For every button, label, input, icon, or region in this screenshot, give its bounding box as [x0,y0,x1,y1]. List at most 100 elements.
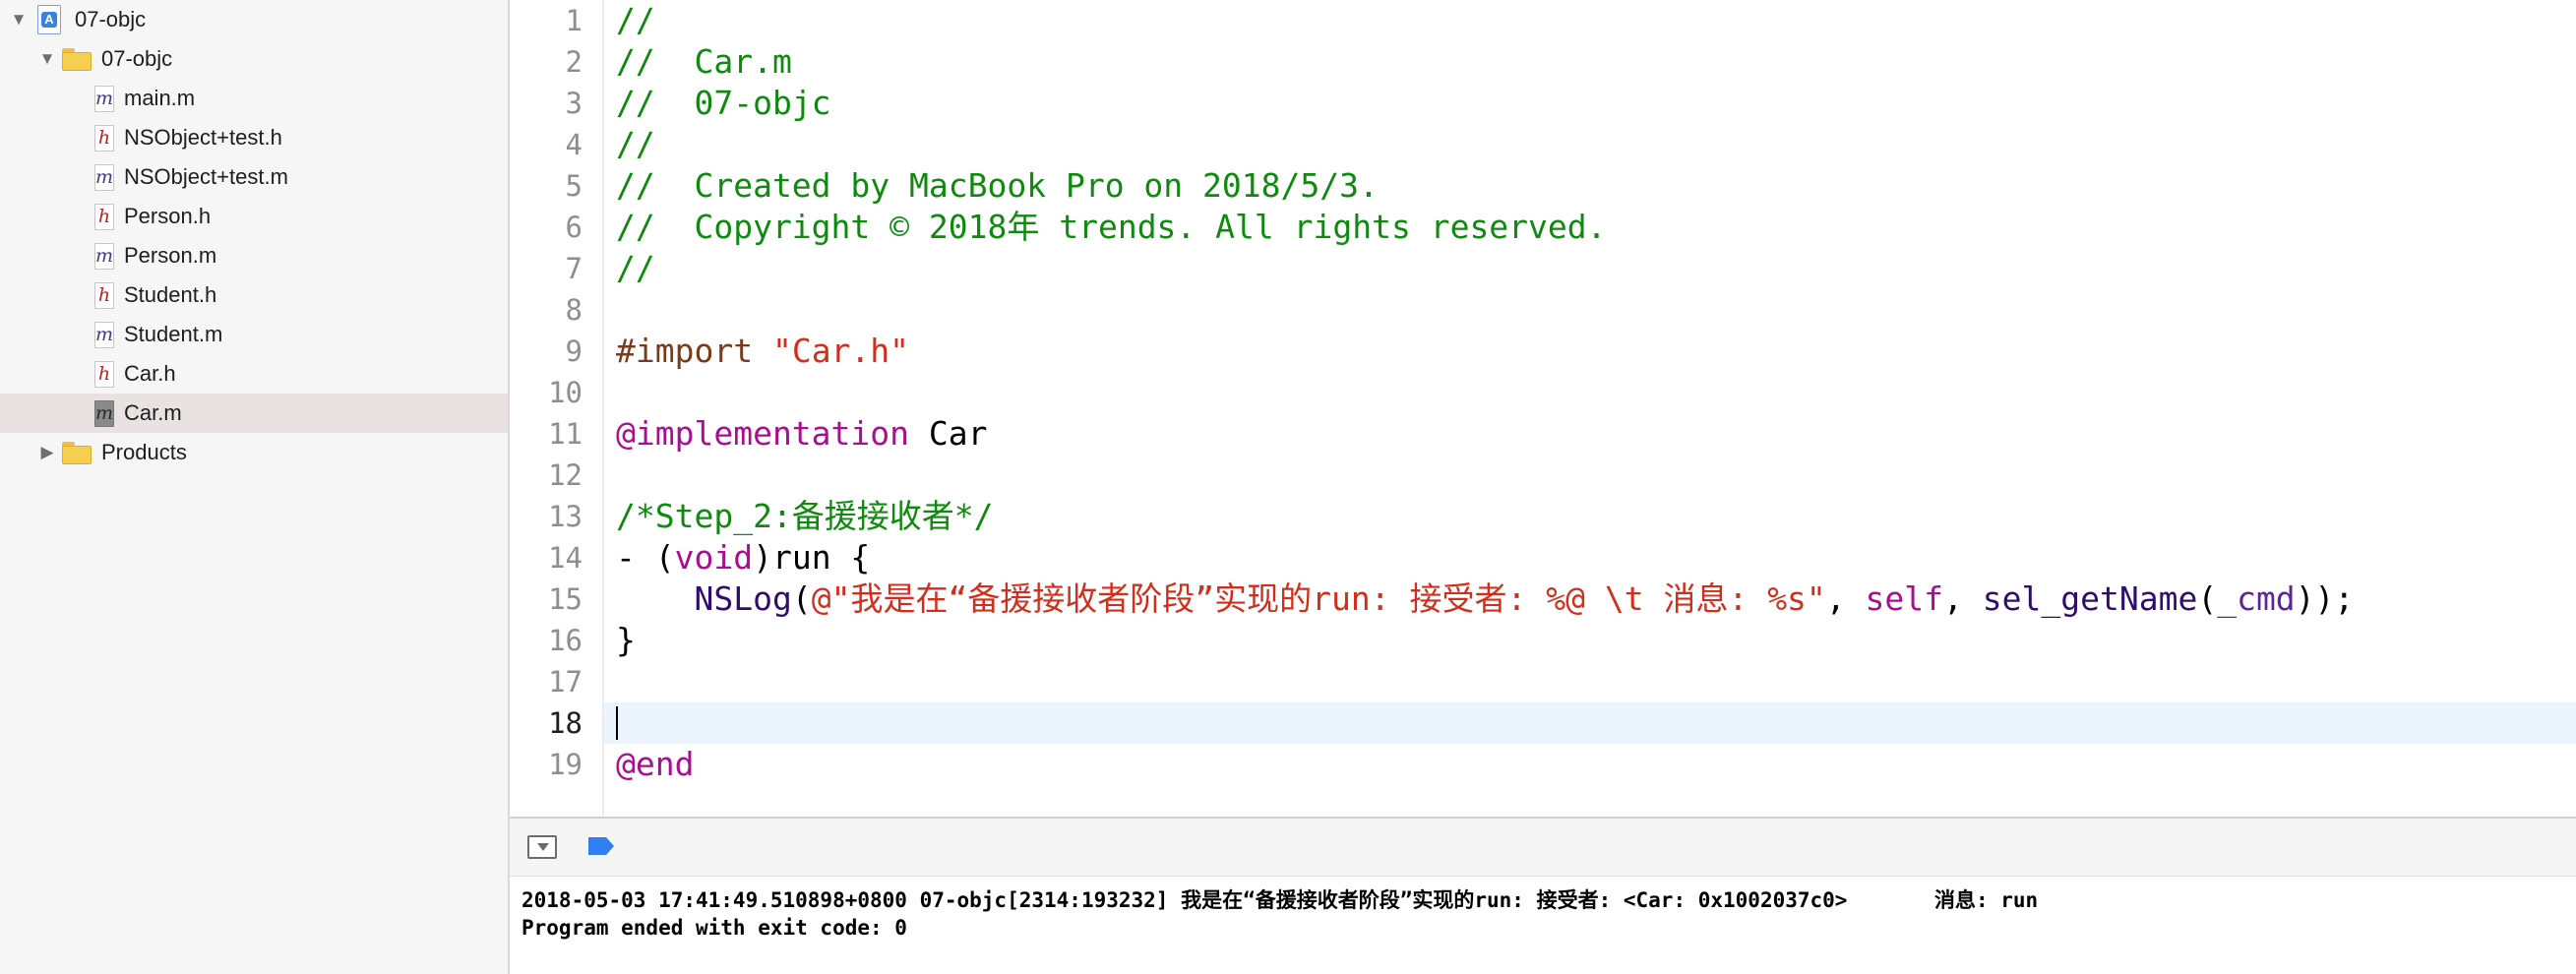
code-token: self [1865,579,1944,618]
code-token: @"我是在“备援接收者阶段”实现的run: 接受者: %@ \t 消息: %s" [811,579,1826,618]
file-row[interactable]: h Car.h [0,354,508,394]
file-name: Student.m [124,322,223,346]
file-row[interactable]: m Student.m [0,315,508,354]
file-name: Person.m [124,243,217,268]
debug-bar [510,817,2576,876]
code-token: /*Step_2:备援接收者*/ [616,497,994,535]
disclosure-expanded-icon[interactable]: ▼ [8,9,30,30]
text-caret [616,706,618,740]
disclosure-collapsed-icon[interactable]: ▶ [36,442,58,463]
line-number: 1 [565,4,583,37]
code-line[interactable]: // [616,248,655,289]
file-name: Person.h [124,204,212,228]
line-number: 18 [548,706,583,740]
code-line[interactable]: // Car.m [616,41,792,83]
file-row[interactable]: h NSObject+test.h [0,118,508,157]
file-row[interactable]: m main.m [0,79,508,118]
products-row[interactable]: ▶ Products [0,433,508,472]
console-line: 2018-05-03 17:41:49.510898+0800 07-objc[… [521,888,2039,912]
code-token: // [616,125,655,163]
disclosure-expanded-icon[interactable]: ▼ [36,48,58,70]
line-number: 17 [548,665,583,699]
line-number: 10 [548,376,583,409]
group-name: 07-objc [101,46,173,71]
line-number: 19 [548,748,583,781]
project-row[interactable]: ▼ A 07-objc [0,0,508,39]
code-token: } [616,621,636,659]
code-token: _cmd [2217,579,2296,618]
current-line-highlight [604,702,2576,744]
project-navigator: ▼ A 07-objc ▼ 07-objc ▶ Products m main.m… [0,0,510,974]
line-number: 4 [565,128,583,161]
code-token: #import [616,332,772,370]
source-editor[interactable]: 1 2 3 4 5 6 7 8 9 10 11 12 13 14 15 16 17 18 19 //// Car.m… [510,0,2576,817]
code-line[interactable]: // [616,0,655,41]
header-file-icon: h [94,360,114,388]
code-token: )); [2295,579,2355,618]
code-token: - ( [616,538,675,577]
code-token: // Created by MacBook Pro on 2018/5/3. [616,166,1379,205]
line-number: 6 [565,211,583,244]
file-row[interactable]: m Car.m [0,394,508,433]
code-line[interactable]: // Created by MacBook Pro on 2018/5/3. [616,165,1379,207]
code-line[interactable]: // [616,124,655,165]
file-name: NSObject+test.m [124,164,288,189]
line-number: 7 [565,252,583,285]
file-row[interactable]: h Student.h [0,275,508,315]
source-file-icon: m [94,321,114,348]
code-token: ( [2197,579,2218,618]
code-token: NSLog [694,579,792,618]
code-line[interactable]: @end [616,744,694,785]
xcode-project-icon: A [37,5,63,34]
project-name: 07-objc [75,7,147,31]
code-line[interactable]: @implementation Car [616,413,988,455]
folder-icon [62,441,92,464]
breakpoints-icon[interactable] [586,835,616,857]
line-number: 15 [548,582,583,616]
source-file-icon: m [94,163,114,191]
file-name: main.m [124,86,196,110]
code-token: // Car.m [616,42,792,81]
folder-icon [62,47,92,71]
line-number: 3 [565,87,583,120]
file-row[interactable]: m NSObject+test.m [0,157,508,197]
code-line[interactable]: /*Step_2:备援接收者*/ [616,496,994,537]
source-file-icon: m [94,242,114,270]
code-token: , [1943,579,1983,618]
code-token: // Copyright © 2018年 trends. All rights … [616,208,1607,246]
code-line[interactable]: #import "Car.h" [616,331,909,372]
line-number: 16 [548,624,583,657]
console-line: Program ended with exit code: 0 [521,916,907,940]
line-number: 14 [548,541,583,575]
code-token: // [616,249,655,287]
code-line[interactable]: NSLog ( @"我是在“备援接收者阶段”实现的run: 接受者: %@ \t 消… [616,578,2354,620]
line-number: 2 [565,45,583,79]
code-line[interactable]: - (void)run { [616,537,870,578]
products-name: Products [101,440,187,464]
file-row[interactable]: h Person.h [0,197,508,236]
code-line[interactable]: // Copyright © 2018年 trends. All rights … [616,207,1607,248]
file-name: Car.m [124,400,182,425]
file-row[interactable]: m Person.m [0,236,508,275]
line-number: 9 [565,335,583,368]
code-token: sel_getName [1982,579,2198,618]
code-line[interactable]: // 07-objc [616,83,831,124]
file-name: NSObject+test.h [124,125,282,150]
code-token: Car [909,414,988,453]
source-file-icon: m [94,85,114,112]
code-line[interactable]: } [616,620,636,661]
code-token: void [674,538,754,577]
source-file-icon: m [94,399,114,427]
header-file-icon: h [94,281,114,309]
hide-debug-area-icon[interactable] [527,835,557,859]
line-number: 5 [565,169,583,203]
code-token: "Car.h" [771,332,910,370]
code-token: , [1825,579,1866,618]
file-name: Car.h [124,361,176,386]
code-token: @end [616,745,695,783]
group-row[interactable]: ▼ 07-objc [0,39,508,79]
file-name: Student.h [124,282,217,307]
console-output[interactable]: 2018-05-03 17:41:49.510898+0800 07-objc[… [510,876,2576,974]
line-number: 12 [548,458,583,492]
